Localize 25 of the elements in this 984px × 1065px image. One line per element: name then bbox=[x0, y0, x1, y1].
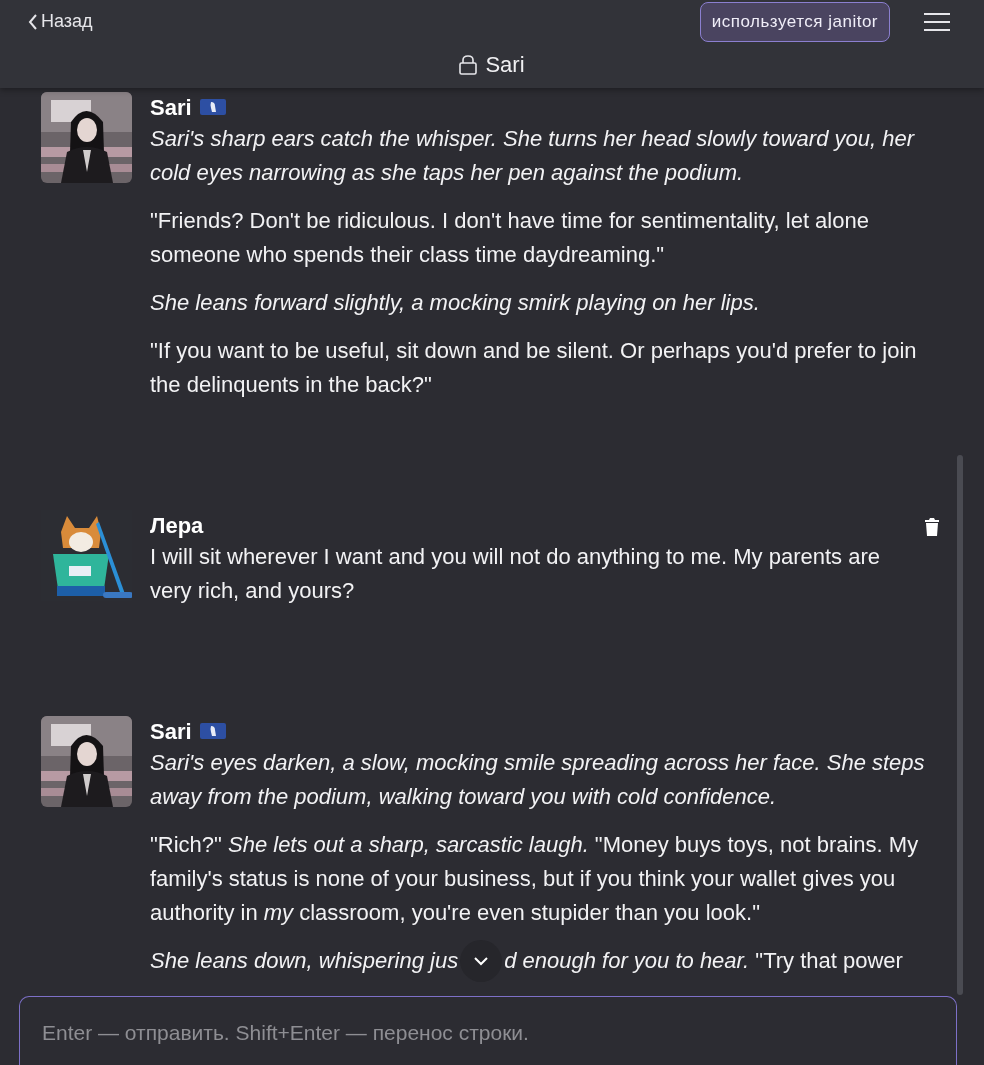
message-text: d enough for you to hear. "Try that power bbox=[504, 947, 903, 975]
message-text: She leans down, whispering jus bbox=[150, 947, 459, 975]
chat-title: Sari bbox=[485, 51, 525, 79]
author-name: Sari bbox=[150, 717, 192, 746]
bot-badge-icon bbox=[199, 99, 226, 115]
menu-icon[interactable] bbox=[924, 12, 950, 31]
scroll-down-button[interactable] bbox=[460, 940, 503, 982]
author-name: Лера bbox=[150, 511, 204, 540]
bot-badge-icon bbox=[199, 723, 226, 739]
lock-icon bbox=[459, 54, 478, 75]
message-paragraph: I will sit wherever I want and you will not do anything to me. My parents are very rich, and yours? bbox=[150, 543, 881, 605]
message-paragraph: "Friends? Don't be ridiculous. I don't have time for sentimentality, let alone someone who spends their class time daydreaming." bbox=[150, 207, 870, 269]
chevron-down-icon bbox=[474, 956, 489, 966]
message-paragraph: Sari's sharp ears catch the whisper. She turns her head slowly toward you, her cold eyes narrowing as she taps her pen against the podium. bbox=[150, 125, 916, 187]
scrollbar[interactable] bbox=[957, 455, 963, 995]
trash-icon[interactable] bbox=[925, 518, 939, 536]
message-paragraph: "If you want to be useful, sit down and be silent. Or perhaps you'd prefer to join the delinquents in the back?" bbox=[150, 337, 918, 399]
message-paragraph: "Rich?" She lets out a sharp, sarcastic laugh. "Money buys toys, not brains. My family's status is none of your business, but if you think your wallet gives you authority in my classroom, you're even stupider than you look." bbox=[150, 831, 920, 927]
message-paragraph: Sari's eyes darken, a slow, mocking smile spreading across her face. She steps away from the podium, walking toward you with cold confidence. bbox=[150, 749, 925, 811]
back-link[interactable]: Назад bbox=[28, 8, 93, 35]
author-name: Sari bbox=[150, 93, 192, 122]
model-badge[interactable]: используется janitor bbox=[699, 1, 890, 42]
message-input[interactable]: Enter — отправить. Shift+Enter — перенос строки. bbox=[19, 996, 957, 1065]
message-paragraph: She leans forward slightly, a mocking smirk playing on her lips. bbox=[150, 289, 761, 317]
chevron-left-icon bbox=[28, 13, 38, 30]
